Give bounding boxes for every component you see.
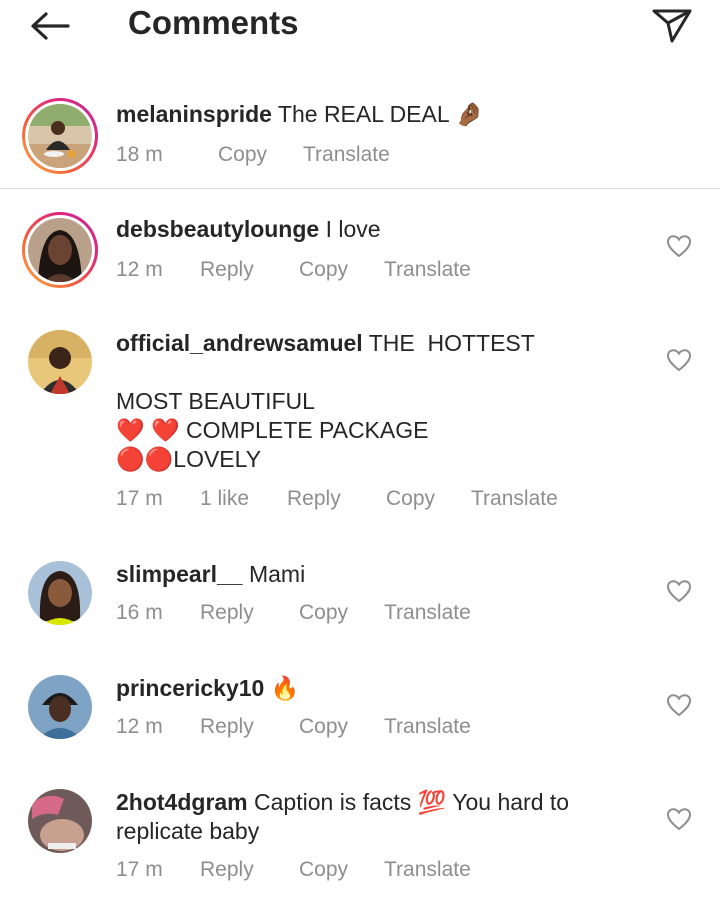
reply-button[interactable]: Reply [200, 258, 254, 282]
comment-body: 🔥 [270, 675, 300, 701]
direct-send-icon[interactable] [648, 4, 696, 46]
avatar [28, 218, 92, 282]
translate-button[interactable]: Translate [384, 258, 471, 282]
like-heart-icon[interactable] [666, 693, 692, 717]
reply-button[interactable]: Reply [200, 715, 254, 739]
avatar-story-ring[interactable] [22, 98, 98, 174]
comment-text: 2hot4dgram Caption is facts 💯 You hard t… [116, 788, 636, 846]
comment-text: slimpearl__ Mami [116, 560, 636, 589]
copy-button[interactable]: Copy [218, 143, 267, 167]
avatar[interactable] [28, 330, 92, 394]
comment-username[interactable]: 2hot4dgram [116, 789, 248, 815]
comment-timestamp: 12 m [116, 715, 163, 738]
avatar-photo [28, 789, 92, 853]
comment-timestamp: 18 m [116, 143, 163, 166]
reply-button[interactable]: Reply [200, 858, 254, 882]
comment-timestamp: 17 m [116, 858, 163, 881]
like-heart-icon[interactable] [666, 234, 692, 258]
back-arrow-icon[interactable] [26, 6, 74, 46]
avatar [28, 104, 92, 168]
comment-text: melaninspride The REAL DEAL 🤌🏾 [116, 100, 636, 129]
translate-button[interactable]: Translate [384, 715, 471, 739]
comment-username[interactable]: official_andrewsamuel [116, 330, 363, 356]
avatar[interactable] [28, 561, 92, 625]
reply-button[interactable]: Reply [287, 487, 341, 511]
comment-username[interactable]: princericky10 [116, 675, 264, 701]
comment-text: princericky10 🔥 [116, 674, 636, 703]
copy-button[interactable]: Copy [299, 715, 348, 739]
translate-button[interactable]: Translate [384, 858, 471, 882]
avatar-photo [28, 218, 92, 282]
comment-text: debsbeautylounge I love [116, 215, 636, 244]
copy-button[interactable]: Copy [299, 601, 348, 625]
comment-body: Mami [248, 561, 306, 587]
avatar[interactable] [28, 675, 92, 739]
like-heart-icon[interactable] [666, 807, 692, 831]
avatar-story-ring[interactable] [22, 212, 98, 288]
translate-button[interactable]: Translate [471, 487, 558, 511]
comment-username[interactable]: debsbeautylounge [116, 216, 319, 242]
comment-username[interactable]: melaninspride [116, 101, 272, 127]
like-heart-icon[interactable] [666, 348, 692, 372]
likes-count-button[interactable]: 1 like [200, 487, 249, 511]
copy-button[interactable]: Copy [299, 258, 348, 282]
copy-button[interactable]: Copy [299, 858, 348, 882]
comment-timestamp: 16 m [116, 601, 163, 624]
reply-button[interactable]: Reply [200, 601, 254, 625]
comment-body: The REAL DEAL 🤌🏾 [277, 101, 484, 127]
like-heart-icon[interactable] [666, 579, 692, 603]
avatar-photo [28, 675, 92, 739]
avatar-photo [28, 104, 92, 168]
comment-text: official_andrewsamuel THE HOTTEST MOST B… [116, 329, 636, 474]
avatar[interactable] [28, 789, 92, 853]
comment-body: I love [325, 216, 381, 242]
comment-timestamp: 17 m [116, 487, 163, 510]
translate-button[interactable]: Translate [384, 601, 471, 625]
avatar-photo [28, 330, 92, 394]
comment-username[interactable]: slimpearl__ [116, 561, 243, 587]
avatar-photo [28, 561, 92, 625]
divider [0, 188, 720, 189]
header-bar: Comments [0, 0, 720, 52]
copy-button[interactable]: Copy [386, 487, 435, 511]
page-title: Comments [128, 4, 299, 41]
comment-timestamp: 12 m [116, 258, 163, 281]
translate-button[interactable]: Translate [303, 143, 390, 167]
